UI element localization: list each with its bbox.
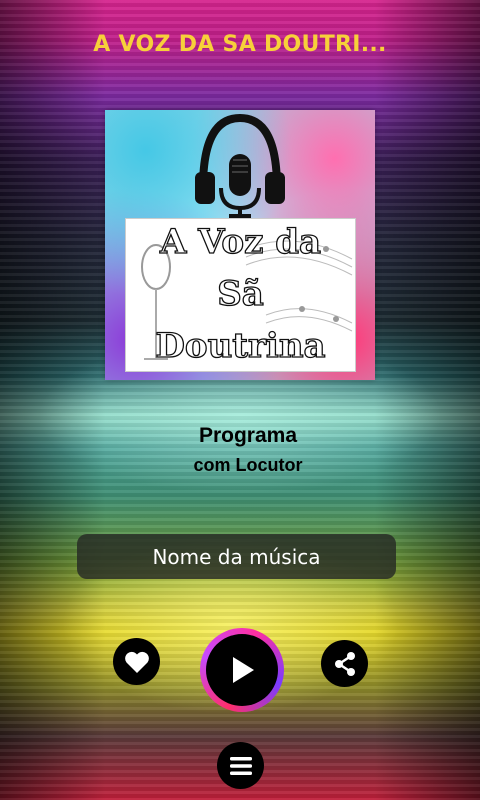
cover-title-line2: Sã — [217, 274, 265, 314]
play-button[interactable] — [206, 634, 278, 706]
cover-title-line1: A Voz da — [159, 222, 322, 262]
station-title: A VOZ DA SA DOUTRI... — [93, 32, 387, 57]
share-button[interactable] — [321, 640, 368, 687]
share-icon — [334, 651, 355, 676]
program-host: com Locutor — [193, 455, 303, 475]
menu-icon — [229, 756, 252, 775]
heart-icon — [124, 651, 149, 673]
headphones-mic-icon — [195, 113, 285, 218]
now-playing-bar: Nome da música — [77, 534, 396, 579]
radio-player-screen: A VOZ DA SA DOUTRI... A Voz da Sã Doutri… — [0, 0, 480, 800]
cover-title-line3: Doutrina — [155, 326, 326, 366]
cover-logo-card: A Voz da Sã Doutrina — [125, 218, 356, 372]
play-icon — [233, 657, 254, 683]
program-name: Programa — [198, 424, 298, 447]
like-button[interactable] — [113, 638, 160, 685]
song-name: Nome da música — [152, 544, 321, 569]
menu-button[interactable] — [217, 742, 264, 789]
album-cover: A Voz da Sã Doutrina — [105, 110, 375, 380]
